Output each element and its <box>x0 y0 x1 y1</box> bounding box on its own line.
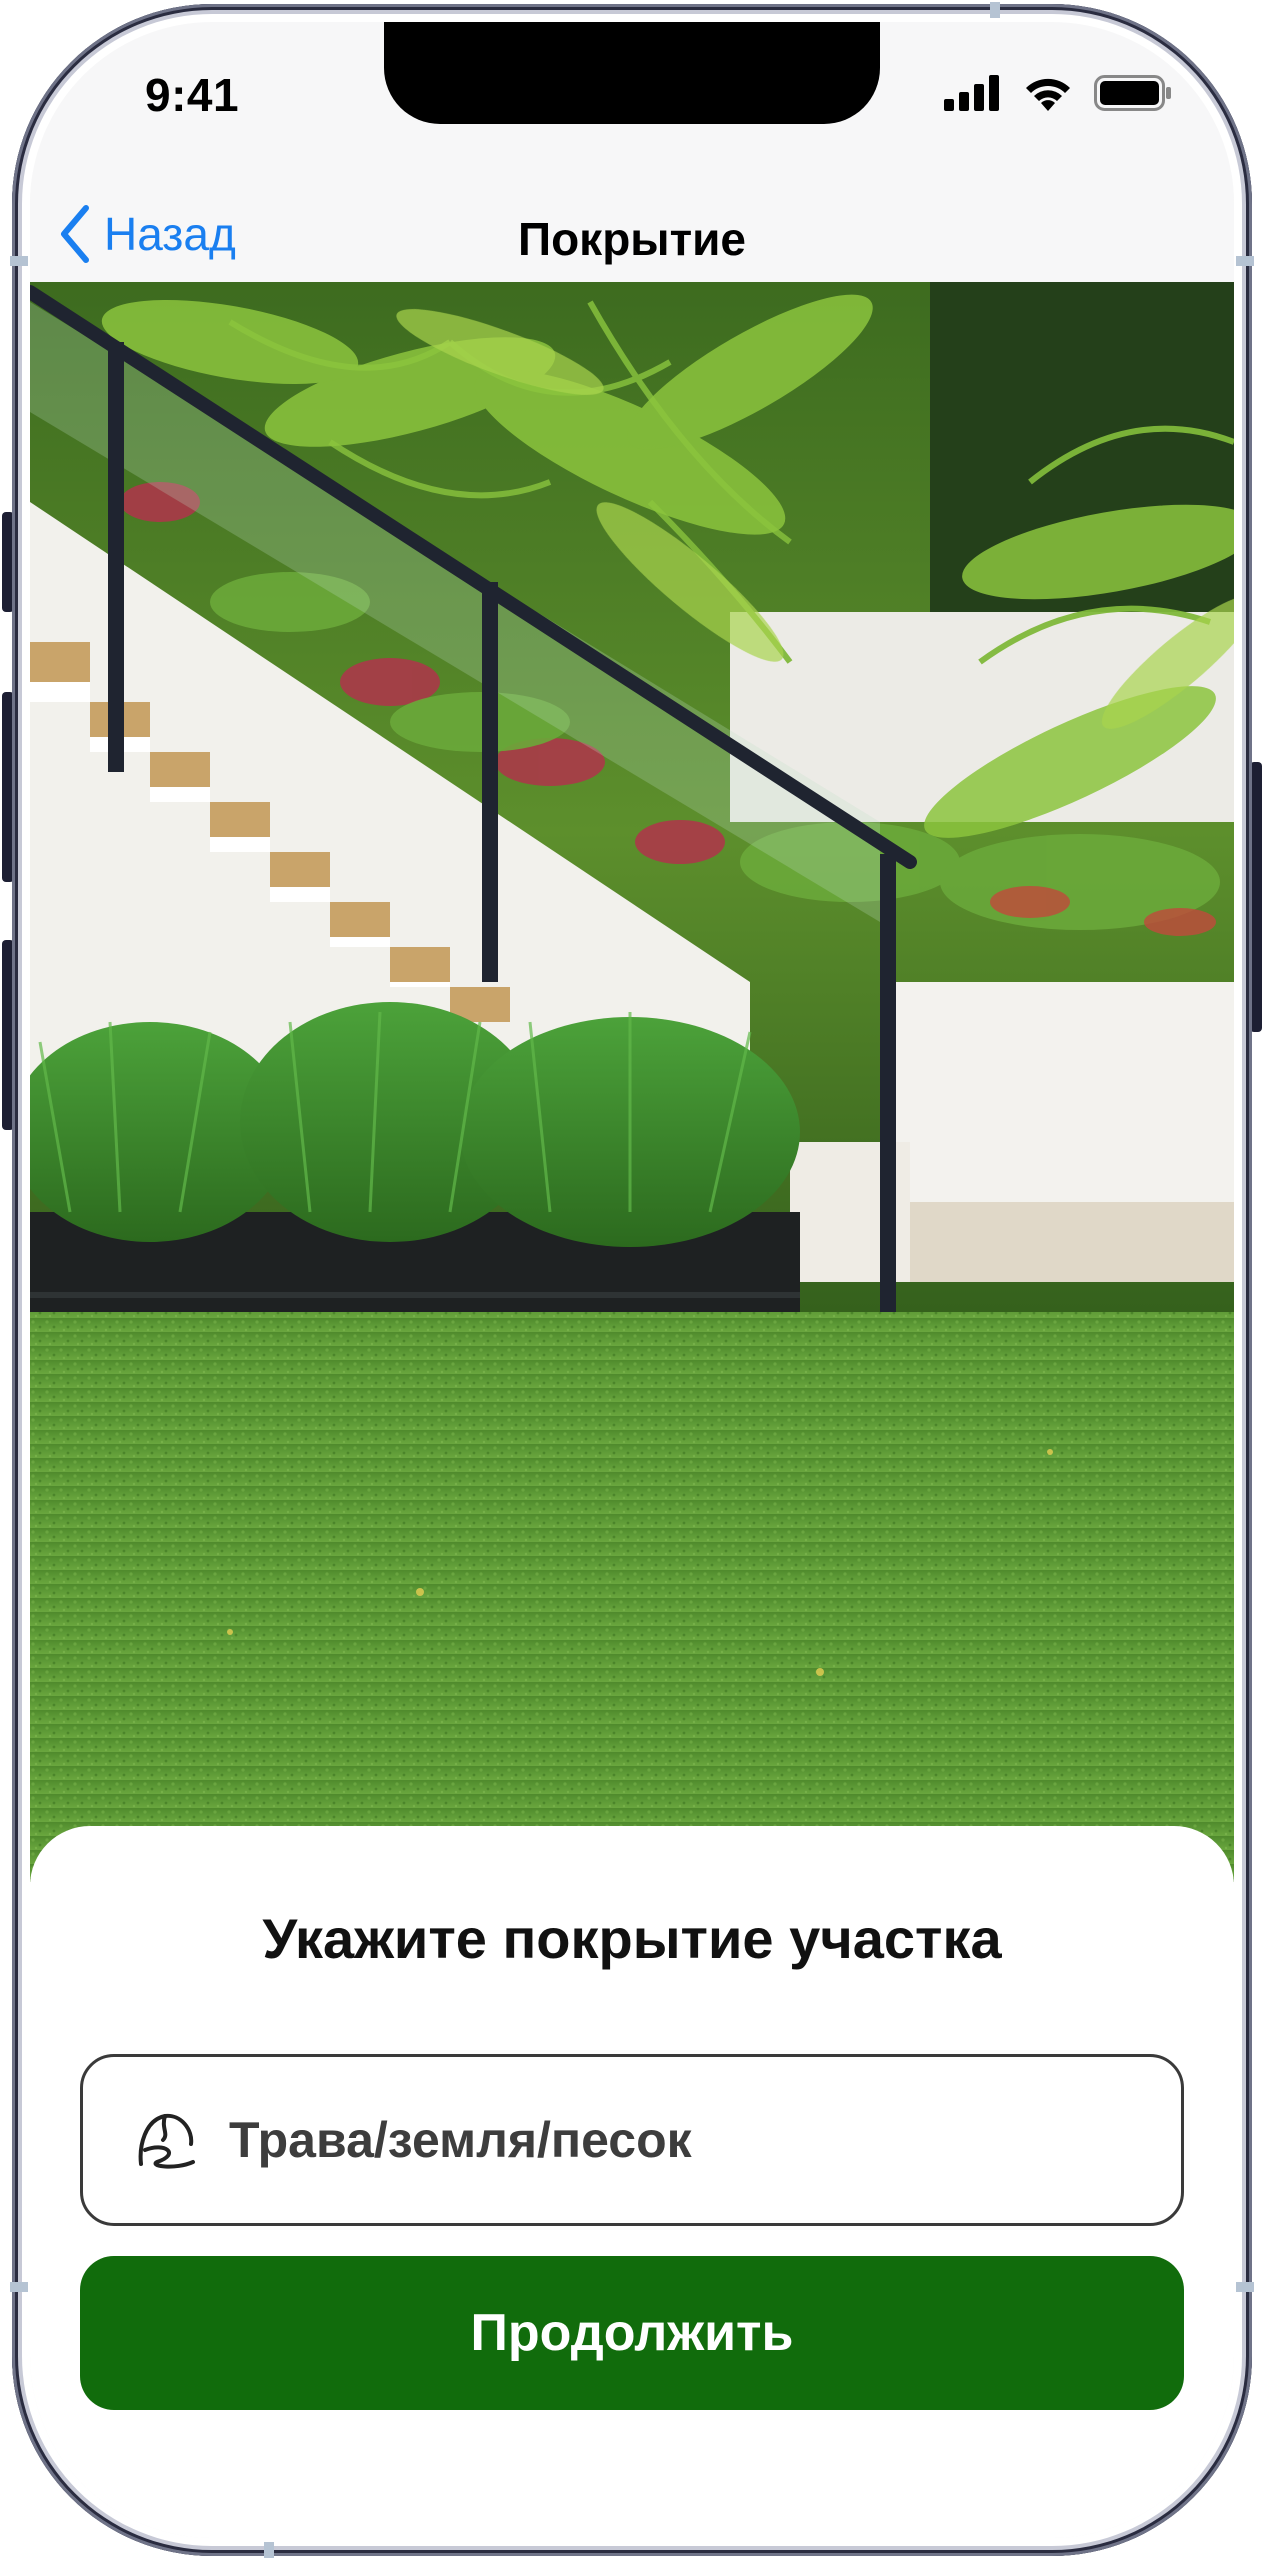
cellular-signal-icon <box>944 75 999 111</box>
surface-type-field[interactable]: Трава/земля/песок <box>80 2054 1184 2226</box>
status-time: 9:41 <box>145 69 240 121</box>
antenna-band <box>10 256 28 266</box>
wifi-icon <box>1026 78 1070 111</box>
garden-photo <box>30 282 1234 1882</box>
terrain-icon <box>138 2113 195 2169</box>
battery-icon <box>1094 75 1171 111</box>
sheet-title: Укажите покрытие участка <box>262 1907 1002 1970</box>
page-title: Покрытие <box>518 213 746 265</box>
continue-button[interactable]: Продолжить <box>80 2256 1184 2410</box>
status-icons <box>944 74 1172 112</box>
notch <box>384 22 880 124</box>
status-bar: 9:41 <box>30 22 1234 172</box>
antenna-band <box>990 2 1000 18</box>
bottom-sheet: Укажите покрытие участка Трава/земля/пес… <box>30 1826 1234 2538</box>
phone-screen: 9:41 Назад Покрытие Укажите покрытие уча… <box>30 22 1234 2538</box>
antenna-band <box>1236 256 1254 266</box>
antenna-band <box>1236 2282 1254 2292</box>
antenna-band <box>264 2542 274 2558</box>
antenna-band <box>10 2282 28 2292</box>
surface-type-value: Трава/земля/песок <box>229 2112 692 2168</box>
